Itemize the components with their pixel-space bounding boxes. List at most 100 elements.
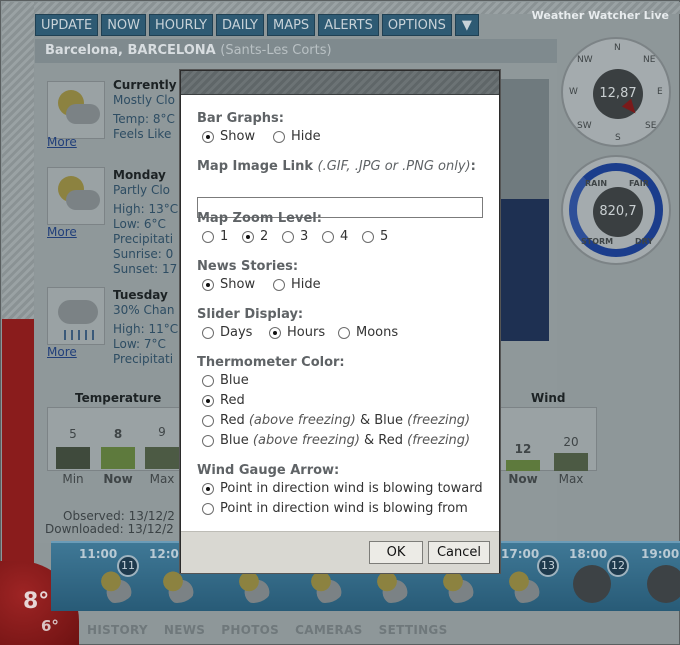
forecast-line: Low: 6°C — [113, 217, 166, 231]
location-sub: (Sants-Les Corts) — [220, 43, 332, 58]
option-label: Blue (above freezing) & Red (freezing) — [220, 433, 470, 448]
forecast-more-link[interactable]: More — [47, 345, 77, 359]
thermometer-feels-temp: 6° — [41, 617, 59, 635]
news-hide-option[interactable]: Hide — [273, 277, 321, 292]
option-label: Blue — [220, 373, 249, 388]
slider-hours-option[interactable]: Hours — [269, 325, 325, 340]
thermo-blue-option[interactable]: Blue — [202, 373, 249, 388]
bottom-nav-photos[interactable]: PHOTOS — [221, 623, 279, 637]
bottom-nav-history[interactable]: HISTORY — [87, 623, 148, 637]
thermometer-color-title: Thermometer Color: — [197, 355, 345, 370]
nav-hourly-button[interactable]: HOURLY — [149, 14, 214, 36]
nav-now-button[interactable]: NOW — [101, 14, 146, 36]
map-link-hint: (.GIF, .JPG or .PNG only) — [317, 159, 471, 174]
forecast-line: High: 11°C — [113, 322, 179, 336]
bottom-nav: HISTORY NEWS PHOTOS CAMERAS SETTINGS — [87, 623, 448, 637]
timeline-hour: 17:00 — [501, 547, 540, 561]
map-zoom-5-option[interactable]: 5 — [362, 229, 388, 244]
compass-point: NE — [643, 55, 656, 65]
forecast-title: Tuesday — [113, 288, 168, 302]
radio-button[interactable] — [273, 278, 285, 291]
nav-daily-button[interactable]: DAILY — [216, 14, 264, 36]
timeline-badge: 13 — [537, 555, 559, 577]
news-show-option[interactable]: Show — [202, 277, 255, 292]
radio-button[interactable] — [202, 434, 214, 447]
radio-button[interactable] — [242, 230, 254, 243]
forecast-more-link[interactable]: More — [47, 135, 77, 149]
compass-point: NW — [577, 55, 593, 65]
radio-button[interactable] — [282, 230, 294, 243]
nav-alerts-button[interactable]: ALERTS — [318, 14, 379, 36]
radio-button[interactable] — [322, 230, 334, 243]
radio-button[interactable] — [202, 414, 214, 427]
option-label-italic: (freezing) — [407, 433, 471, 448]
pressure-value: 820,7 — [593, 187, 643, 237]
radio-button[interactable] — [202, 278, 214, 291]
option-label-italic: (above freezing) — [248, 413, 356, 428]
forecast-line: Partly Clo — [113, 183, 170, 197]
option-label: 3 — [300, 229, 309, 244]
nav-dropdown-button[interactable]: ▼ — [454, 14, 479, 36]
option-label-part: Blue — [220, 433, 253, 448]
wind-max-bar — [554, 453, 588, 471]
location-bar: Barcelona, BARCELONA (Sants-Les Corts) — [35, 39, 557, 63]
radio-button[interactable] — [202, 130, 214, 143]
forecast-line: High: 13°C — [113, 202, 179, 216]
nav-maps-button[interactable]: MAPS — [266, 14, 316, 36]
rain-cloud-icon — [47, 287, 105, 345]
option-label: Point in direction wind is blowing towar… — [220, 481, 483, 496]
weather-map[interactable] — [499, 79, 549, 341]
map-zoom-4-option[interactable]: 4 — [322, 229, 348, 244]
temp-min-value: 5 — [69, 427, 77, 441]
bar-graphs-hide-option[interactable]: Hide — [273, 129, 321, 144]
slider-days-option[interactable]: Days — [202, 325, 252, 340]
thermo-red-option[interactable]: Red — [202, 393, 245, 408]
radio-button[interactable] — [273, 130, 285, 143]
wind-arrow-toward-option[interactable]: Point in direction wind is blowing towar… — [202, 481, 483, 496]
forecast-line: 30% Chan — [113, 303, 175, 317]
radio-button[interactable] — [362, 230, 374, 243]
dialog-title-bar[interactable] — [181, 71, 499, 95]
map-zoom-3-option[interactable]: 3 — [282, 229, 308, 244]
option-label: 2 — [260, 229, 269, 244]
nav-options-button[interactable]: OPTIONS — [381, 14, 452, 36]
ok-button[interactable]: OK — [369, 541, 423, 564]
radio-button[interactable] — [338, 326, 350, 339]
option-label: Red — [220, 393, 245, 408]
forecast-line: Low: 7°C — [113, 337, 166, 351]
night-cloudy-icon — [573, 565, 611, 603]
rainbow-weather-icon — [577, 291, 647, 331]
partly-cloudy-icon — [47, 81, 105, 139]
barometer-gauge: RAIN FAIR STORM DRY 820,7 — [561, 155, 671, 265]
compass-point: W — [569, 87, 578, 97]
bottom-nav-settings[interactable]: SETTINGS — [379, 623, 448, 637]
bar-graphs-show-option[interactable]: Show — [202, 129, 255, 144]
map-zoom-2-option[interactable]: 2 — [242, 229, 268, 244]
option-label: Days — [220, 325, 253, 340]
thermo-red-blue-option[interactable]: Red (above freezing) & Blue (freezing) — [202, 413, 470, 428]
app-title: Weather Watcher Live — [531, 9, 669, 22]
radio-button[interactable] — [269, 326, 281, 339]
observed-time: Observed: 13/12/2 — [63, 509, 175, 523]
night-cloudy-icon — [647, 565, 680, 603]
radio-button[interactable] — [202, 482, 214, 495]
wind-now-bar — [506, 460, 540, 471]
compass-point: SE — [645, 121, 657, 131]
wind-compass-gauge: N NE E SE S SW W NW 12,87 — [561, 37, 671, 147]
radio-button[interactable] — [202, 326, 214, 339]
cancel-button[interactable]: Cancel — [428, 541, 490, 564]
forecast-more-link[interactable]: More — [47, 225, 77, 239]
map-zoom-1-option[interactable]: 1 — [202, 229, 228, 244]
radio-button[interactable] — [202, 374, 214, 387]
radio-button[interactable] — [202, 394, 214, 407]
thermo-blue-red-option[interactable]: Blue (above freezing) & Red (freezing) — [202, 433, 470, 448]
nav-update-button[interactable]: UPDATE — [35, 14, 99, 36]
radio-button[interactable] — [202, 230, 214, 243]
option-label: Show — [220, 277, 256, 292]
slider-moons-option[interactable]: Moons — [338, 325, 398, 340]
bottom-nav-news[interactable]: NEWS — [164, 623, 205, 637]
timeline-hour: 11:00 — [79, 547, 118, 561]
bottom-nav-cameras[interactable]: CAMERAS — [295, 623, 363, 637]
radio-button[interactable] — [202, 502, 214, 515]
wind-arrow-from-option[interactable]: Point in direction wind is blowing from — [202, 501, 468, 516]
